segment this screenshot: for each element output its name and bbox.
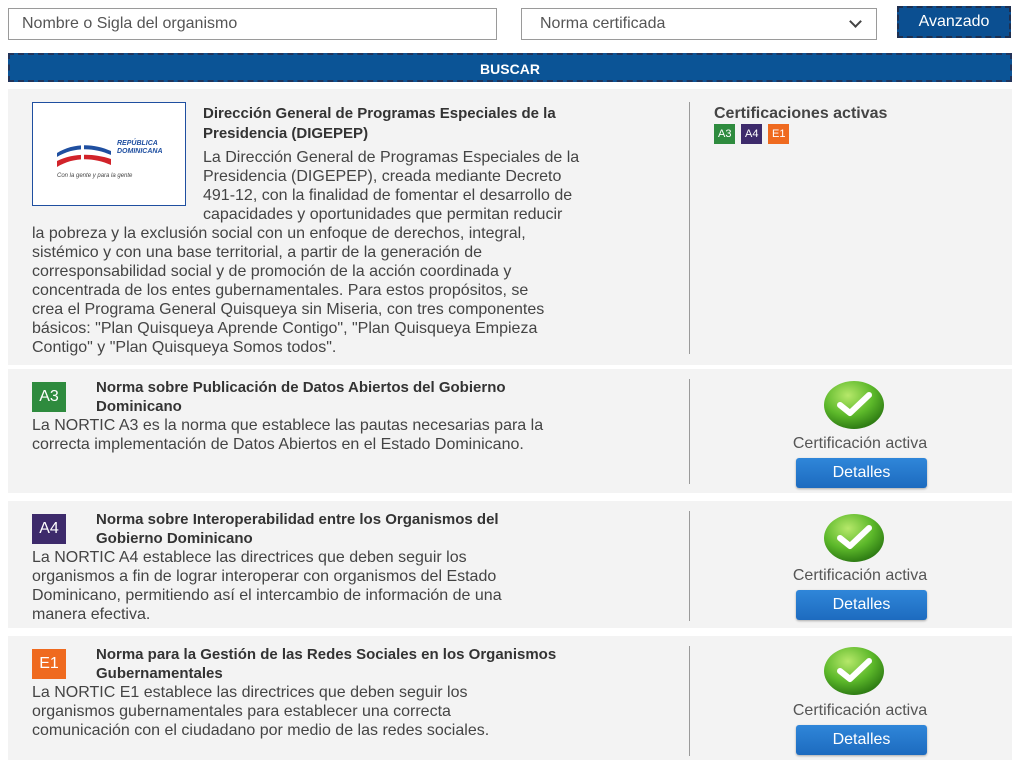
norma-select-value: Norma certificada [540,15,666,32]
norm-description: La NORTIC E1 establece las directrices q… [32,684,490,739]
checkmark-icon [824,647,884,695]
norm-title[interactable]: Norma sobre Publicación de Datos Abierto… [96,378,676,416]
chevron-down-icon [849,15,862,28]
details-button[interactable]: Detalles [796,458,927,488]
organization-description: La Dirección General de Programas Especi… [203,149,580,223]
norm-description: La NORTIC A4 establece las directrices q… [32,549,502,623]
checkmark-icon [824,514,884,562]
logo-caption: Con la gente y para la gente [57,173,133,179]
norm-code-badge: E1 [32,649,66,679]
badge-e1[interactable]: E1 [768,124,790,144]
norm-title[interactable]: Norma sobre Interoperabilidad entre los … [96,510,676,548]
norm-code-badge: A3 [32,382,66,412]
norm-title[interactable]: Norma para la Gestión de las Redes Socia… [96,645,676,683]
flag-icon [57,145,111,167]
search-button[interactable]: BUSCAR [8,53,1012,82]
column-divider [689,102,690,354]
certification-status: Certificación activa [792,702,928,719]
norm-card-a4: A4 Norma sobre Interoperabilidad entre l… [8,501,1012,628]
badge-a3[interactable]: A3 [714,124,736,144]
certification-status: Certificación activa [792,435,928,452]
norm-card-a3: A3 Norma sobre Publicación de Datos Abie… [8,369,1012,493]
details-button[interactable]: Detalles [796,725,927,755]
organization-description-continued: la pobreza y la exclusión social con un … [32,225,545,356]
norm-code-badge: A4 [32,514,66,544]
column-divider [689,379,690,484]
organization-title[interactable]: Dirección General de Programas Especiale… [203,104,673,144]
column-divider [689,646,690,756]
certification-status: Certificación activa [792,567,928,584]
norm-card-e1: E1 Norma para la Gestión de las Redes So… [8,636,1012,760]
advanced-button[interactable]: Avanzado [897,6,1011,38]
organization-logo: REPÚBLICA DOMINICANA Con la gente y para… [32,102,186,206]
organization-card: REPÚBLICA DOMINICANA Con la gente y para… [8,89,1012,365]
active-certifications-label: Certificaciones activas [714,105,888,122]
column-divider [689,511,690,621]
norm-description: La NORTIC A3 es la norma que establece l… [32,417,544,453]
checkmark-icon [824,381,884,429]
norma-select[interactable]: Norma certificada [521,8,877,40]
details-button[interactable]: Detalles [796,590,927,620]
search-input[interactable]: Nombre o Sigla del organismo [8,8,497,40]
badge-a4[interactable]: A4 [741,124,763,144]
logo-wordmark: REPÚBLICA DOMINICANA [117,140,163,155]
